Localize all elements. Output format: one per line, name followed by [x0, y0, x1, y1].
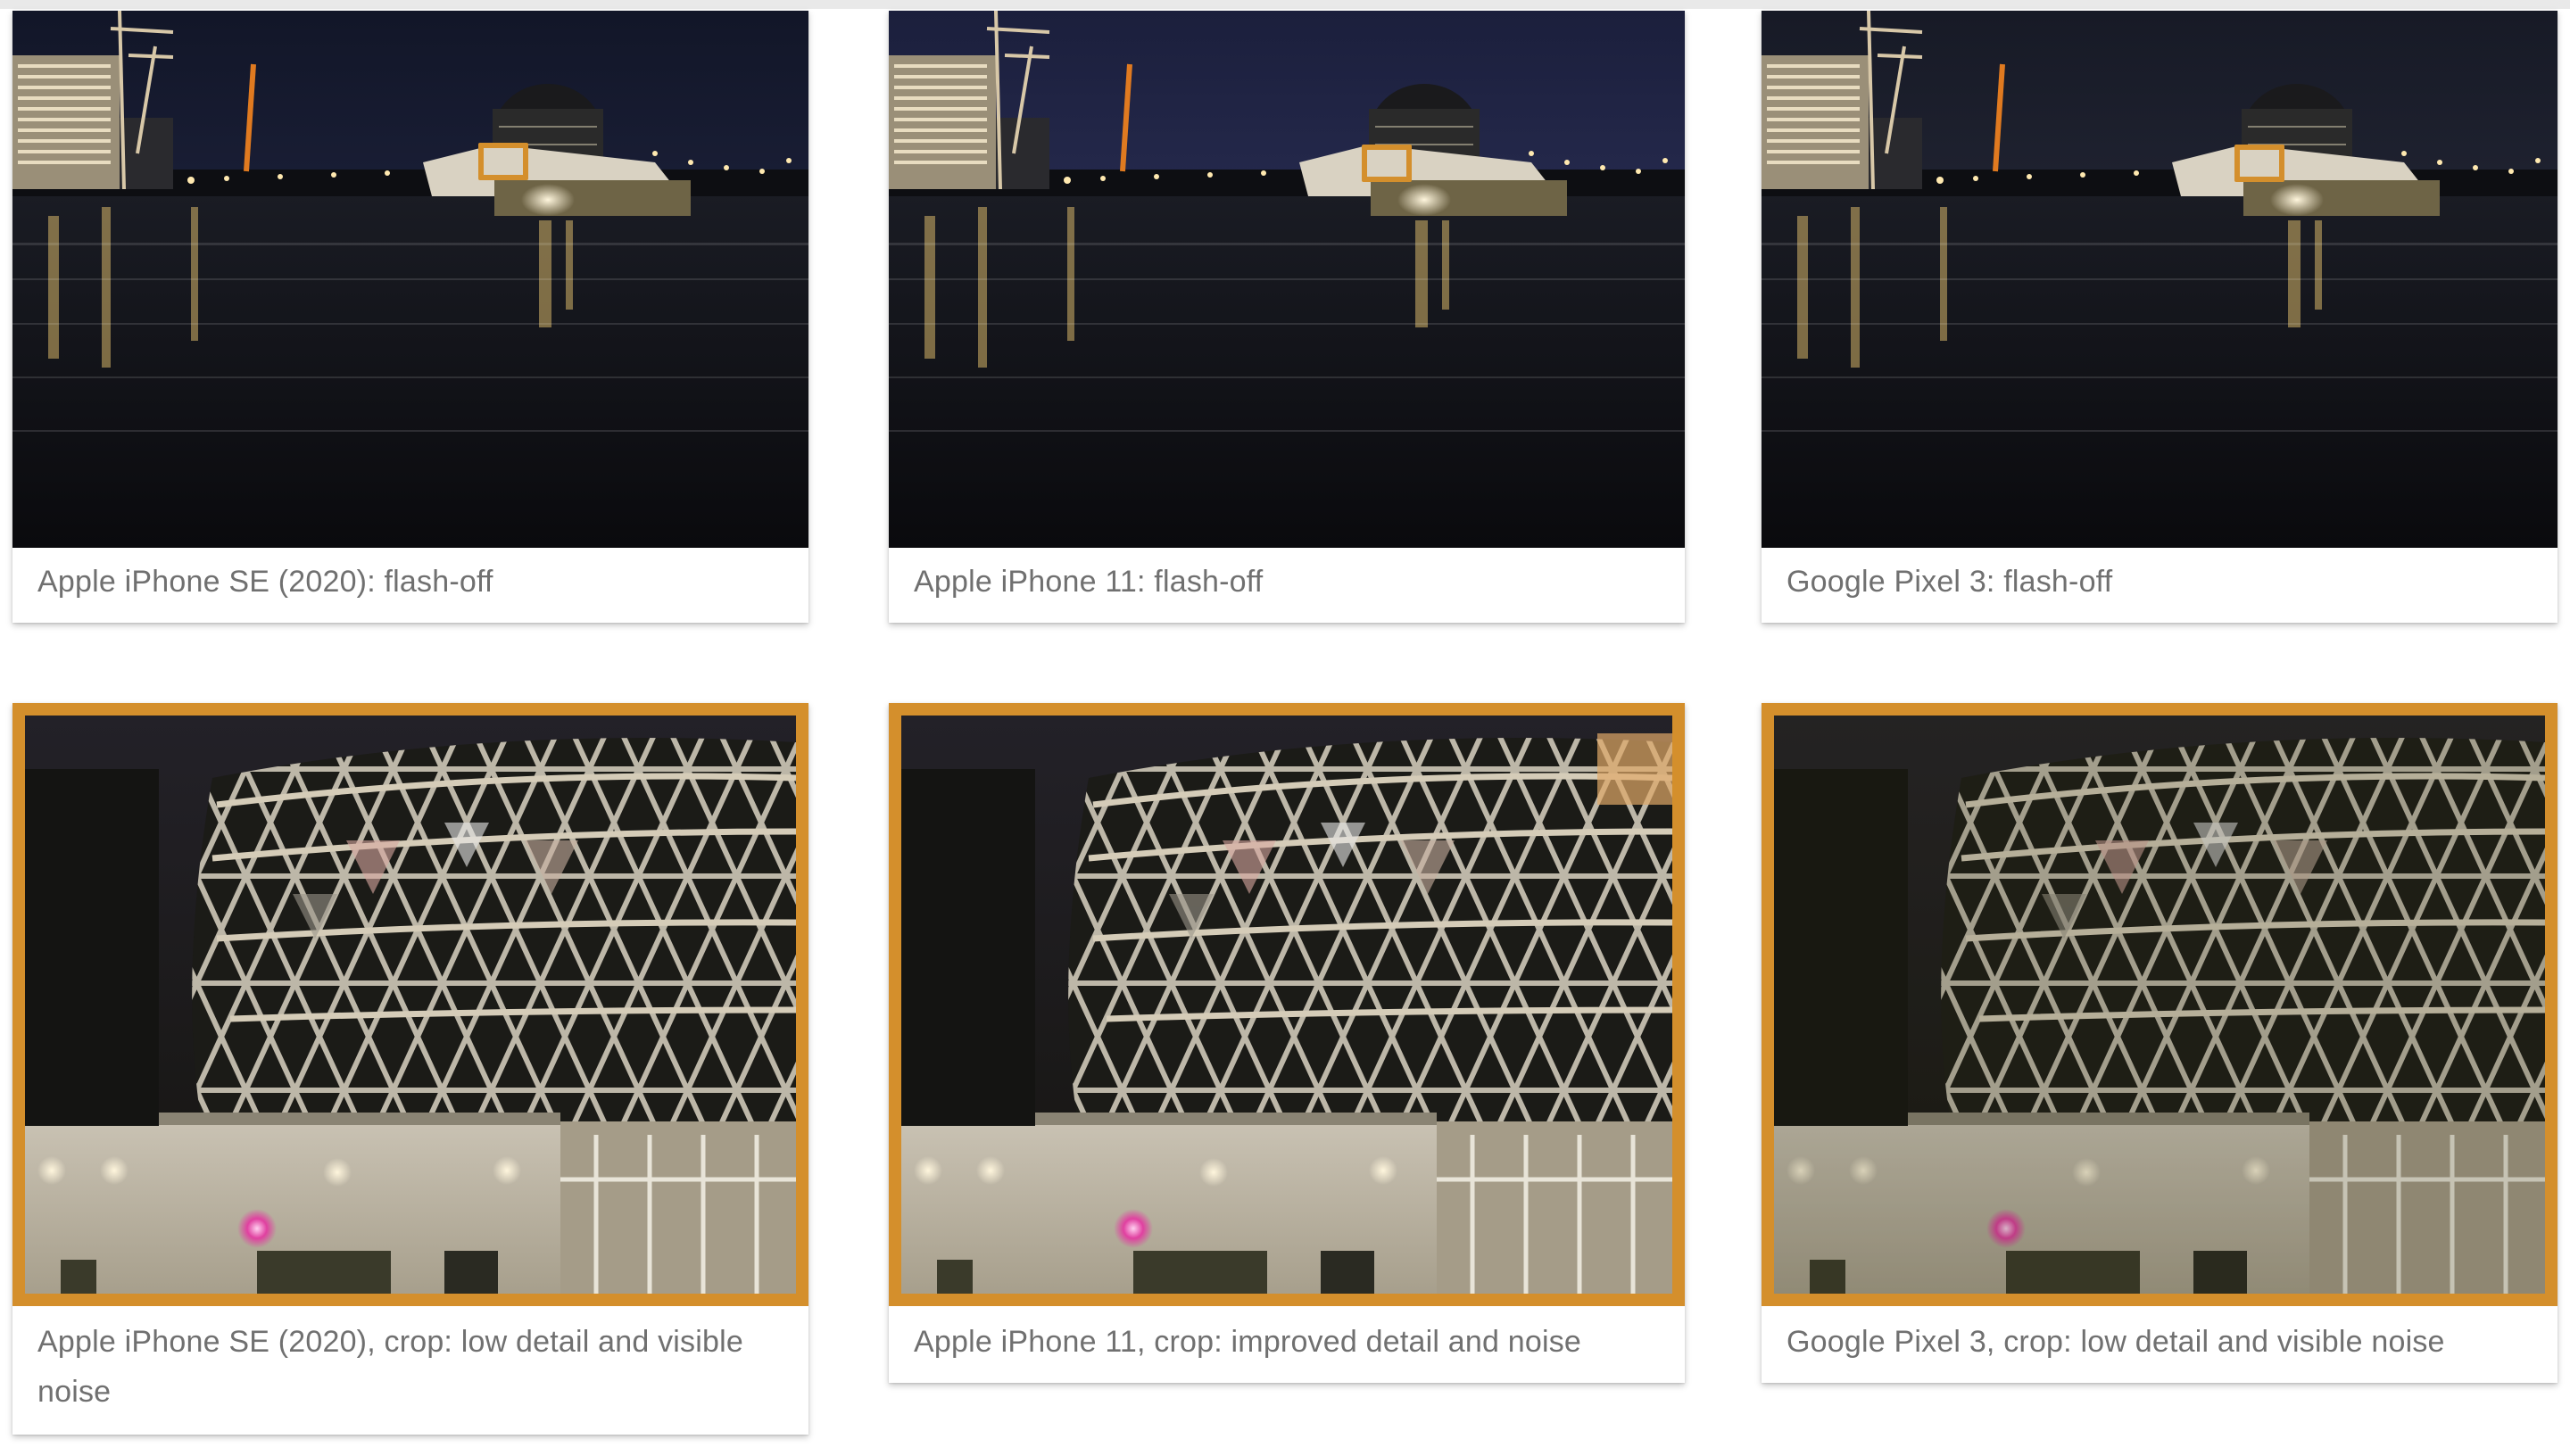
photo-caption: Google Pixel 3: flash-off [1787, 565, 2113, 599]
night-photo [889, 11, 1685, 548]
crop-caption: Apple iPhone SE (2020), crop: low detail… [37, 1325, 743, 1409]
photo-caption: Apple iPhone SE (2020): flash-off [37, 565, 493, 599]
photo-card: Apple iPhone 11: flash-off [889, 11, 1685, 623]
crop-region-marker [478, 143, 528, 180]
crop-caption: Apple iPhone 11, crop: improved detail a… [914, 1325, 1582, 1359]
page-top-divider [0, 0, 2570, 9]
photo-card: Apple iPhone SE (2020): flash-off [12, 11, 808, 623]
crop-card: Apple iPhone SE (2020), crop: low detail… [12, 703, 808, 1435]
night-photo [12, 11, 808, 548]
crop-photo [889, 703, 1685, 1306]
crop-region-marker [1362, 145, 1412, 182]
crop-photo [1762, 703, 2558, 1306]
crop-region-marker [2234, 145, 2284, 182]
night-photo [1762, 11, 2558, 548]
crop-caption: Google Pixel 3, crop: low detail and vis… [1787, 1325, 2445, 1359]
photo-card: Google Pixel 3: flash-off [1762, 11, 2558, 623]
crop-photo [12, 703, 808, 1306]
crop-card: Google Pixel 3, crop: low detail and vis… [1762, 703, 2558, 1383]
photo-caption: Apple iPhone 11: flash-off [914, 565, 1264, 599]
crop-card: Apple iPhone 11, crop: improved detail a… [889, 703, 1685, 1383]
